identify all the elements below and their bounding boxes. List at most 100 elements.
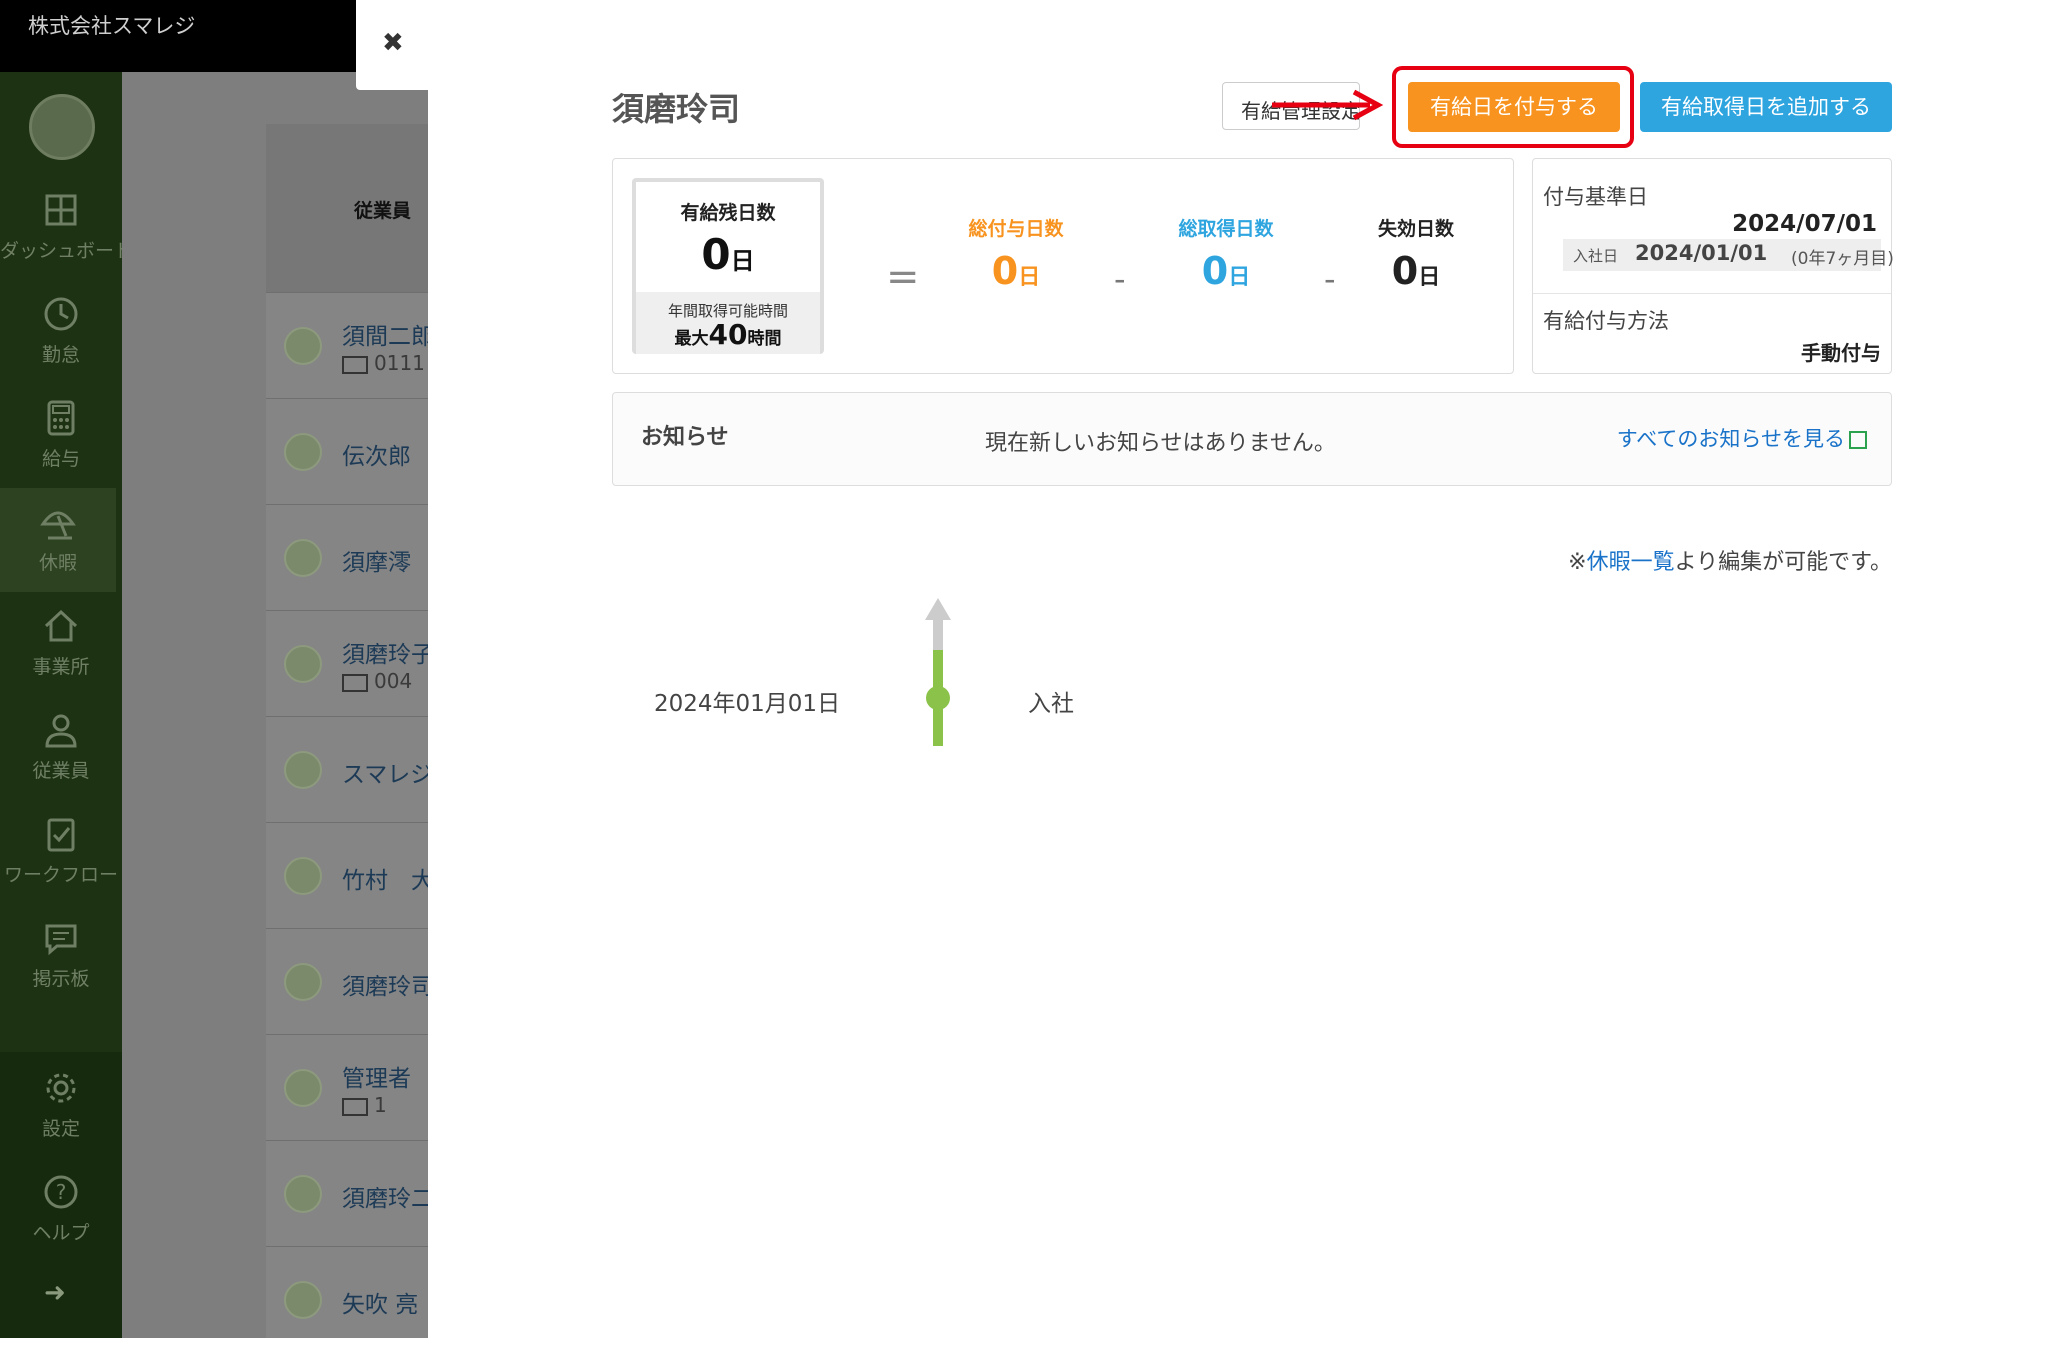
employee-name[interactable]: 竹村 大: [342, 861, 434, 895]
table-row[interactable]: 須摩澪: [266, 504, 428, 611]
total-taken-value: 0日: [1201, 249, 1251, 293]
table-row[interactable]: 竹村 大: [266, 822, 434, 929]
close-icon: ✖: [382, 28, 404, 58]
sidebar: ダッシュボード 勤怠 給与 休暇 事業所 従業員 ワークフロー 掲示板 設定 ?…: [0, 72, 133, 1338]
sidebar-item-help[interactable]: ? ヘルプ: [0, 1158, 122, 1262]
table-row[interactable]: 矢吹 亮: [266, 1246, 428, 1353]
grant-method-value: 手動付与: [1801, 341, 1881, 365]
base-date-value: 2024/07/01: [1732, 211, 1877, 237]
tenure-value: (0年7ヶ月目): [1791, 249, 1894, 269]
annotation-arrow-icon: [1272, 89, 1384, 121]
sidebar-item-label: 事業所: [32, 656, 90, 678]
employee-name[interactable]: 伝次郎: [342, 437, 411, 471]
umbrella-icon: [40, 511, 76, 540]
avatar: [284, 751, 322, 789]
close-button[interactable]: ✖: [356, 0, 428, 90]
timeline-line-future: [933, 620, 943, 650]
leave-list-link[interactable]: 休暇一覧: [1587, 550, 1675, 575]
total-granted-label: 総付与日数: [968, 218, 1064, 240]
employee-name[interactable]: 須間二郎: [342, 317, 434, 351]
sidebar-item-bulletin[interactable]: 掲示板: [0, 904, 122, 1008]
base-date-label: 付与基準日: [1543, 185, 1648, 209]
external-link-icon: [1849, 431, 1867, 449]
total-granted-days: 総付与日数 0日: [946, 214, 1086, 293]
grant-info-card: 付与基準日 2024/07/01 入社日 2024/01/01 (0年7ヶ月目)…: [1532, 158, 1894, 374]
person-icon: [45, 714, 77, 748]
sidebar-item-label: 従業員: [32, 760, 90, 782]
sidebar-item-workflow[interactable]: ワークフロー: [0, 800, 122, 904]
sidebar-item-label: 勤怠: [41, 344, 80, 366]
avatar: [284, 1281, 322, 1319]
employee-name[interactable]: 須磨玲子: [342, 635, 434, 669]
table-row[interactable]: 須磨玲子 004: [266, 610, 434, 717]
expired-days: 失効日数 0日: [1346, 214, 1486, 293]
column-header-employee: 従業員: [354, 200, 412, 222]
sidebar-item-office[interactable]: 事業所: [0, 592, 122, 696]
sidebar-item-dashboard[interactable]: ダッシュボード: [0, 176, 133, 280]
id-card-icon: [342, 1097, 368, 1116]
sidebar-item-leave[interactable]: 休暇: [0, 488, 116, 592]
employee-name[interactable]: 須磨玲二: [342, 1179, 434, 1213]
join-date-value: 2024/01/01: [1635, 241, 1768, 265]
remaining-days-value: 0日: [701, 230, 755, 279]
employee-name[interactable]: 須磨玲司: [342, 967, 434, 1001]
sidebar-item-label: 休暇: [38, 552, 77, 574]
divider: [1533, 293, 1891, 294]
join-date-label: 入社日: [1573, 247, 1619, 265]
top-bar: 株式会社スマレジ: [0, 0, 360, 72]
total-taken-label: 総取得日数: [1178, 218, 1274, 240]
table-row[interactable]: 管理者 1: [266, 1034, 428, 1141]
table-row[interactable]: 伝次郎: [266, 398, 428, 505]
sidebar-item-label: 設定: [41, 1118, 80, 1140]
avatar: [284, 327, 322, 365]
expired-days-value: 0日: [1391, 249, 1441, 293]
avatar: [284, 433, 322, 471]
avatar: [284, 857, 322, 895]
notice-title: お知らせ: [641, 425, 729, 450]
notice-message: 現在新しいお知らせはありません。: [985, 431, 1336, 456]
notice-panel: お知らせ 現在新しいお知らせはありません。 すべてのお知らせを見る: [612, 392, 1892, 486]
sidebar-item-payroll[interactable]: 給与: [0, 384, 122, 488]
employee-code: 0111: [342, 351, 425, 375]
id-card-icon: [342, 673, 368, 692]
company-name: 株式会社スマレジ: [28, 14, 196, 38]
remaining-days-box: 有給残日数 0日 年間取得可能時間 最大40時間: [632, 178, 824, 354]
view-all-notices-link[interactable]: すべてのお知らせを見る: [1617, 423, 1867, 453]
avatar: [284, 963, 322, 1001]
add-taken-date-button[interactable]: 有給取得日を追加する: [1640, 82, 1892, 132]
employee-name[interactable]: 管理者: [342, 1059, 411, 1093]
gear-icon: [46, 1073, 76, 1103]
highlight-box: [1392, 66, 1634, 148]
avatar: [284, 539, 322, 577]
timeline-dot: [926, 686, 950, 710]
edit-note: ※休暇一覧より編集が可能です。: [1568, 550, 1892, 575]
user-avatar[interactable]: [29, 94, 95, 160]
join-date-bar: 入社日 2024/01/01 (0年7ヶ月目): [1563, 239, 1894, 271]
expired-days-label: 失効日数: [1377, 218, 1454, 240]
timeline-arrow-icon: [925, 598, 951, 620]
avatar: [284, 1175, 322, 1213]
page-title: 須磨玲司: [612, 90, 741, 128]
employee-name[interactable]: 矢吹 亮: [342, 1285, 418, 1319]
sidebar-item-label: ワークフロー: [3, 864, 118, 886]
table-row[interactable]: 須磨玲司: [266, 928, 434, 1035]
minus-sign: -: [1324, 260, 1336, 298]
sidebar-item-settings[interactable]: 設定: [0, 1054, 122, 1158]
help-icon: ?: [44, 1175, 78, 1209]
table-row[interactable]: 須間二郎 0111: [266, 292, 434, 399]
annual-hours-value: 最大40時間: [674, 318, 782, 351]
employee-name[interactable]: 須摩澪: [342, 543, 411, 577]
chat-icon: [45, 924, 77, 956]
arrow-right-icon[interactable]: ➜: [44, 1278, 66, 1308]
id-card-icon: [342, 355, 368, 374]
table-row[interactable]: 須磨玲二: [266, 1140, 434, 1247]
sidebar-item-label: 掲示板: [32, 968, 90, 990]
grant-method-label: 有給付与方法: [1543, 309, 1669, 333]
table-row[interactable]: スマレジ: [266, 716, 433, 823]
employee-name[interactable]: スマレジ: [342, 755, 433, 789]
timeline-date: 2024年01月01日: [654, 691, 841, 717]
clock-icon: [44, 297, 78, 331]
sidebar-item-employees[interactable]: 従業員: [0, 696, 122, 800]
svg-text:?: ?: [56, 1180, 67, 1204]
sidebar-item-attendance[interactable]: 勤怠: [0, 280, 122, 384]
